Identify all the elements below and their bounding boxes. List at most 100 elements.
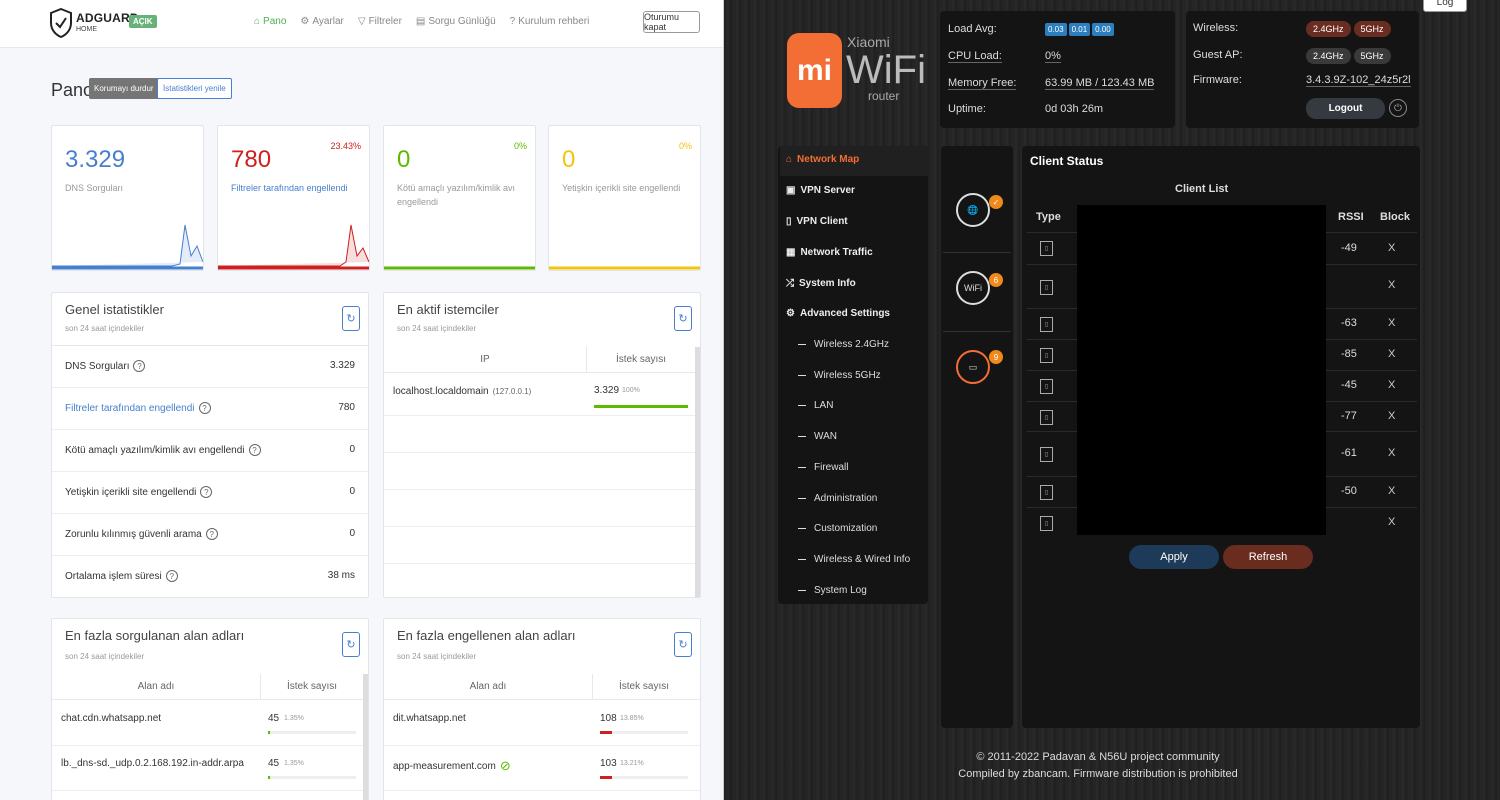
block-button[interactable]: X bbox=[1388, 447, 1395, 459]
table-row: localhost.localdomain (127.0.0.1) 3.329 1… bbox=[384, 374, 700, 416]
nav-query-log[interactable]: ▤ Sorgu Günlüğü bbox=[416, 16, 496, 27]
stat-card-malware-blocked: 0 Kötü amaçlı yazılım/kimlik avı engelle… bbox=[383, 125, 536, 271]
stat-row-text[interactable]: Filtreler tarafından engellendi bbox=[65, 403, 195, 414]
stat-value: 780 bbox=[231, 146, 272, 173]
logout-button[interactable]: Oturumu kapat bbox=[643, 11, 700, 33]
lock-icon: ▯ bbox=[786, 216, 792, 227]
menu-vpn-client[interactable]: ▯ VPN Client bbox=[786, 216, 848, 227]
help-icon[interactable]: ? bbox=[200, 486, 213, 498]
memory-label[interactable]: Memory Free: bbox=[948, 77, 1017, 90]
refresh-statistics-button[interactable]: İstatistikleri yenile bbox=[157, 78, 232, 99]
firmware-value[interactable]: 3.4.3.9Z-102_24z5r2l bbox=[1306, 74, 1411, 87]
help-icon[interactable]: ? bbox=[205, 528, 218, 540]
help-icon[interactable]: ? bbox=[198, 402, 211, 414]
power-icon[interactable]: ⏻ bbox=[1389, 99, 1407, 117]
col-request-count[interactable]: İstek sayısı bbox=[260, 681, 364, 692]
help-icon: ? bbox=[509, 16, 516, 27]
internet-status-badge: ✓ bbox=[989, 195, 1003, 209]
submenu-label: Administration bbox=[814, 493, 878, 504]
block-button[interactable]: X bbox=[1388, 485, 1395, 497]
stat-row-text: Ortalama işlem süresi bbox=[65, 570, 162, 582]
help-icon[interactable]: ? bbox=[248, 444, 261, 456]
col-request-count[interactable]: İstek sayısı bbox=[592, 681, 696, 692]
menu-network-map[interactable]: ⌂ Network Map bbox=[786, 154, 859, 165]
footer-copyright: © 2011-2022 Padavan & N56U project commu… bbox=[976, 751, 1220, 763]
submenu-wireless-wired-info[interactable]: Wireless & Wired Info bbox=[798, 554, 910, 565]
submenu-administration[interactable]: Administration bbox=[798, 493, 877, 504]
table-row-empty bbox=[384, 490, 700, 527]
nav-settings[interactable]: ⚙ Ayarlar bbox=[300, 16, 343, 27]
guest-band-2g[interactable]: 2.4GHz bbox=[1306, 48, 1351, 64]
tracker-icon[interactable]: ⊘ bbox=[500, 758, 511, 774]
guest-band-5g[interactable]: 5GHz bbox=[1353, 48, 1391, 64]
submenu-wireless-5[interactable]: Wireless 5GHz bbox=[798, 370, 881, 381]
divider bbox=[943, 331, 1011, 332]
block-button[interactable]: X bbox=[1388, 410, 1395, 422]
scrollbar[interactable] bbox=[363, 674, 368, 800]
router-logout-button[interactable]: Logout bbox=[1306, 98, 1385, 119]
menu-network-traffic[interactable]: ▦ Network Traffic bbox=[786, 247, 873, 258]
col-domain[interactable]: Alan adı bbox=[52, 681, 260, 692]
nav-dashboard[interactable]: ⌂ Pano bbox=[254, 16, 286, 27]
block-button[interactable]: X bbox=[1388, 279, 1395, 291]
domain-name[interactable]: chat.cdn.whatsapp.net bbox=[61, 713, 161, 724]
client-host[interactable]: localhost.localdomain bbox=[393, 386, 489, 397]
devices-icon[interactable]: ▭ bbox=[956, 350, 990, 384]
nav-setup-guide[interactable]: ? Kurulum rehberi bbox=[510, 16, 590, 27]
band-2g-badge[interactable]: 2.4GHz bbox=[1306, 21, 1351, 37]
domain-text[interactable]: app-measurement.com bbox=[393, 761, 496, 772]
domain-name[interactable]: lb._dns-sd._udp.0.2.168.192.in-addr.arpa bbox=[61, 758, 244, 769]
block-button[interactable]: X bbox=[1388, 379, 1395, 391]
refresh-icon[interactable]: ↻ bbox=[342, 632, 360, 657]
client-status-title: Client Status bbox=[1030, 154, 1104, 168]
scrollbar[interactable] bbox=[695, 347, 700, 597]
request-count: 3.329 bbox=[594, 385, 620, 396]
submenu-firewall[interactable]: Firewall bbox=[798, 462, 848, 473]
stat-row-text: Yetişkin içerikli site engellendi bbox=[65, 486, 197, 498]
refresh-icon[interactable]: ↻ bbox=[342, 306, 360, 331]
band-5g-badge[interactable]: 5GHz bbox=[1353, 21, 1391, 37]
menu-advanced-settings[interactable]: ⚙ Advanced Settings bbox=[786, 308, 890, 319]
menu-vpn-server[interactable]: ▣ VPN Server bbox=[786, 185, 855, 196]
submenu-wan[interactable]: WAN bbox=[798, 431, 837, 442]
apply-button[interactable]: Apply bbox=[1129, 545, 1219, 569]
submenu-lan[interactable]: LAN bbox=[798, 400, 833, 411]
refresh-icon[interactable]: ↻ bbox=[674, 632, 692, 657]
refresh-button[interactable]: Refresh bbox=[1223, 545, 1313, 569]
client-rssi: -85 bbox=[1341, 348, 1357, 360]
help-icon[interactable]: ? bbox=[165, 570, 178, 582]
col-domain[interactable]: Alan adı bbox=[384, 681, 592, 692]
refresh-icon[interactable]: ↻ bbox=[674, 306, 692, 331]
status-column bbox=[941, 146, 1013, 728]
cpu-label[interactable]: CPU Load: bbox=[948, 50, 1002, 63]
col-request-count[interactable]: İstek sayısı bbox=[586, 354, 696, 365]
firmware-label: Firmware: bbox=[1193, 74, 1242, 86]
globe-icon[interactable]: 🌐 bbox=[956, 193, 990, 227]
block-button[interactable]: X bbox=[1388, 317, 1395, 329]
block-button[interactable]: X bbox=[1388, 516, 1395, 528]
client-name[interactable]: localhost.localdomain (127.0.0.1) bbox=[393, 386, 531, 397]
help-icon[interactable]: ? bbox=[133, 360, 146, 372]
block-button[interactable]: X bbox=[1388, 242, 1395, 254]
client-rssi: -61 bbox=[1341, 447, 1357, 459]
log-button[interactable]: Log bbox=[1423, 0, 1467, 12]
stat-row-value: 0 bbox=[349, 444, 355, 455]
col-ip[interactable]: IP bbox=[384, 354, 586, 365]
dash-icon bbox=[798, 590, 806, 591]
load-15m: 0.00 bbox=[1092, 23, 1114, 36]
stat-row-label[interactable]: Filtreler tarafından engellendi? bbox=[65, 402, 211, 414]
menu-system-info[interactable]: ⤮ System Info bbox=[786, 278, 856, 289]
submenu-customization[interactable]: Customization bbox=[798, 523, 877, 534]
submenu-wireless-24[interactable]: Wireless 2.4GHz bbox=[798, 339, 889, 350]
nav-filters[interactable]: ▽ Filtreler bbox=[358, 16, 402, 27]
device-type-icon: ▯ bbox=[1040, 410, 1053, 425]
stat-row-label: Kötü amaçlı yazılım/kimlik avı engellend… bbox=[65, 444, 261, 456]
block-button[interactable]: X bbox=[1388, 348, 1395, 360]
disable-protection-button[interactable]: Korumayı durdur bbox=[89, 78, 159, 99]
wifi-icon[interactable]: WiFi bbox=[956, 271, 990, 305]
table-row-empty bbox=[384, 416, 700, 453]
domain-name[interactable]: dit.whatsapp.net bbox=[393, 713, 466, 724]
domain-name[interactable]: app-measurement.com ⊘ bbox=[393, 758, 511, 774]
submenu-system-log[interactable]: System Log bbox=[798, 585, 867, 596]
shuffle-icon: ⤮ bbox=[786, 278, 794, 289]
